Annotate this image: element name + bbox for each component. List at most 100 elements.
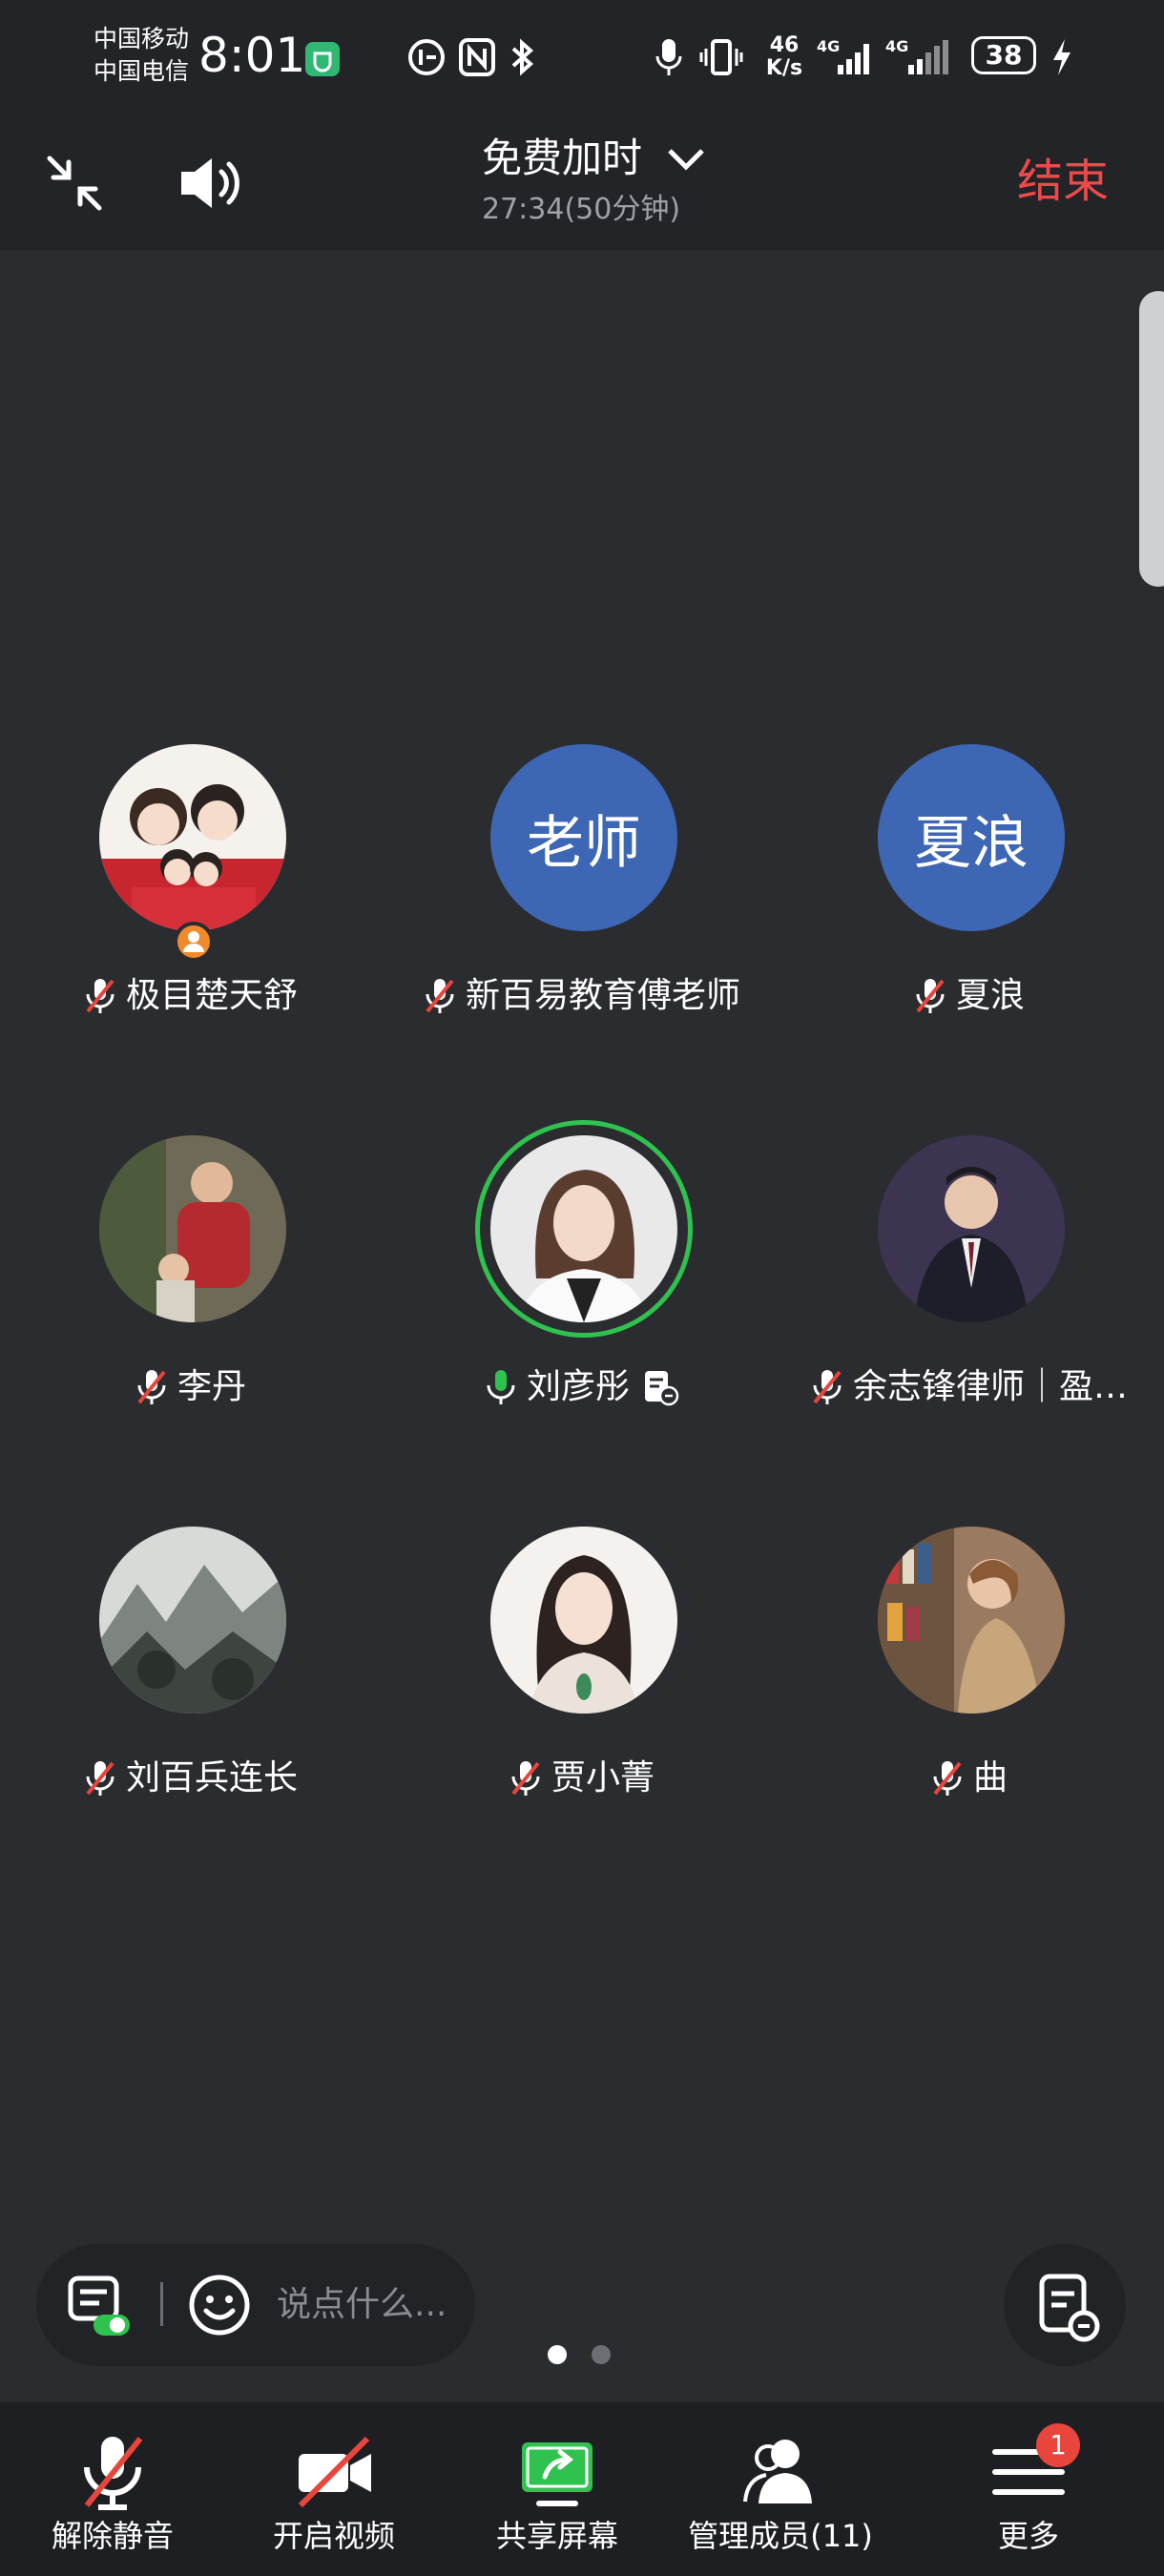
- participant-tile[interactable]: 刘百兵连长: [0, 1527, 382, 1813]
- members-icon: [743, 2440, 812, 2503]
- avatar: 老师: [490, 744, 677, 931]
- page-indicator[interactable]: [548, 2345, 611, 2364]
- unmute-label: 解除静音: [51, 2518, 174, 2554]
- bluetooth-icon: [506, 36, 538, 78]
- document-sharing-icon: [645, 1371, 679, 1406]
- clock: 8:01: [198, 28, 306, 83]
- participant-name-row: 夏浪: [779, 973, 1160, 1019]
- share-screen-icon: [522, 2442, 592, 2506]
- participant-tile[interactable]: 夏浪 夏浪: [779, 744, 1160, 1030]
- participant-name-row: 曲: [779, 1755, 1160, 1801]
- mic-muted-icon: [916, 979, 945, 1013]
- manage-members-label: 管理成员(11): [688, 2518, 873, 2554]
- speaker-icon: [181, 158, 239, 208]
- avatar: [490, 1527, 677, 1714]
- svg-text:4G: 4G: [817, 37, 840, 55]
- participant-name: 刘彦彤: [526, 1367, 630, 1406]
- end-meeting-button[interactable]: 结束: [1017, 151, 1109, 212]
- avatar: [99, 1527, 286, 1714]
- participant-name: 李丹: [177, 1367, 246, 1406]
- participant-tile[interactable]: 余志锋律师｜盈…: [779, 1135, 1160, 1422]
- more-label: 更多: [997, 2518, 1059, 2554]
- mic-active-icon: [487, 1370, 515, 1404]
- meeting-title[interactable]: 免费加时: [482, 132, 642, 185]
- avatar: [878, 1527, 1065, 1714]
- host-badge-icon: [174, 922, 214, 962]
- chat-toggle-icon[interactable]: [65, 2273, 132, 2339]
- mic-muted-icon: [813, 1370, 842, 1404]
- mic-muted-icon: [511, 1761, 540, 1796]
- participant-tile[interactable]: 极目楚天舒: [0, 744, 382, 1030]
- divider: [160, 2282, 163, 2326]
- chevron-down-icon[interactable]: [666, 145, 706, 177]
- unmute-button[interactable]: 解除静音: [0, 2402, 227, 2576]
- chat-placeholder[interactable]: 说点什么...: [277, 2280, 447, 2330]
- notification-badge: 1: [1036, 2423, 1080, 2467]
- mic-muted-icon: [933, 1761, 962, 1796]
- side-drawer-handle[interactable]: [1139, 291, 1164, 587]
- participant-tile[interactable]: 曲: [779, 1527, 1160, 1813]
- participant-tile[interactable]: 贾小菁: [391, 1527, 773, 1813]
- participant-name-row: 余志锋律师｜盈…: [779, 1364, 1160, 1410]
- mic-muted-icon: [137, 1370, 166, 1404]
- app-notification-icon: [303, 38, 342, 80]
- vibrate-icon: [698, 36, 744, 78]
- participant-name-row: 极目楚天舒: [0, 973, 382, 1019]
- shrink-icon: [47, 156, 102, 211]
- mic-muted-icon: [84, 2437, 143, 2510]
- share-screen-label: 共享屏幕: [495, 2518, 618, 2554]
- battery-indicator: 38: [971, 36, 1036, 74]
- speaker-button[interactable]: [177, 153, 248, 214]
- share-screen-button[interactable]: 共享屏幕: [443, 2402, 672, 2576]
- minimize-button[interactable]: [44, 153, 105, 214]
- participant-tile[interactable]: 李丹: [0, 1135, 382, 1422]
- nfc-icon: [458, 36, 496, 78]
- participant-name-row: 刘彦彤: [391, 1364, 773, 1410]
- participant-name: 曲: [972, 1758, 1008, 1797]
- participant-tile[interactable]: 刘彦彤: [391, 1120, 773, 1422]
- mic-muted-icon: [86, 979, 114, 1013]
- carrier-2: 中国电信: [94, 57, 190, 85]
- status-bar: 中国移动 中国电信 8:01 46 K/s 4G 4G 38: [0, 0, 1164, 114]
- more-button[interactable]: 更多: [914, 2402, 1143, 2576]
- avatar: [878, 1135, 1065, 1322]
- participant-name-row: 刘百兵连长: [0, 1755, 382, 1801]
- start-video-button[interactable]: 开启视频: [219, 2402, 448, 2576]
- participant-name: 余志锋律师｜盈…: [852, 1367, 1128, 1406]
- participant-name-row: 贾小菁: [391, 1755, 773, 1801]
- document-icon: [1039, 2274, 1100, 2342]
- avatar: [99, 1135, 286, 1322]
- meeting-duration: 27:34(50分钟): [482, 193, 681, 226]
- network-speed-unit: K/s: [765, 56, 803, 80]
- avatar: [99, 744, 286, 931]
- participant-name: 极目楚天舒: [125, 976, 298, 1015]
- emoji-icon[interactable]: [187, 2273, 252, 2337]
- participant-tile[interactable]: 老师 新百易教育傅老师: [391, 744, 773, 1030]
- participant-name-row: 李丹: [0, 1364, 382, 1410]
- meeting-toolbar: 解除静音 开启视频 共享屏幕 管理成员(11) 更多: [0, 2402, 1164, 2576]
- participant-name: 新百易教育傅老师: [465, 976, 740, 1015]
- manage-members-button[interactable]: 管理成员(11): [666, 2402, 895, 2576]
- page-dot[interactable]: [592, 2345, 611, 2364]
- carrier-1: 中国移动: [94, 25, 190, 52]
- video-off-icon: [298, 2436, 371, 2508]
- chat-input-bar[interactable]: 说点什么...: [36, 2244, 475, 2366]
- participant-name: 夏浪: [955, 976, 1025, 1015]
- svg-text:4G: 4G: [885, 37, 908, 55]
- network-speed: 46 K/s: [763, 34, 805, 80]
- participant-name-row: 新百易教育傅老师: [391, 973, 773, 1019]
- hd-icon: [406, 36, 447, 78]
- mic-muted-icon: [426, 979, 454, 1013]
- signal-2-icon: 4G: [885, 36, 954, 78]
- avatar: 夏浪: [878, 744, 1065, 931]
- page-dot-active[interactable]: [548, 2345, 567, 2364]
- start-video-label: 开启视频: [272, 2518, 395, 2554]
- notes-button[interactable]: [1004, 2244, 1126, 2366]
- charging-icon: [1050, 36, 1074, 78]
- participant-name: 贾小菁: [551, 1758, 655, 1797]
- microphone-status-icon: [655, 36, 683, 78]
- mic-muted-icon: [86, 1761, 114, 1796]
- carrier-names: 中国移动 中国电信: [94, 23, 189, 88]
- signal-1-icon: 4G: [817, 36, 872, 78]
- avatar: [490, 1135, 677, 1322]
